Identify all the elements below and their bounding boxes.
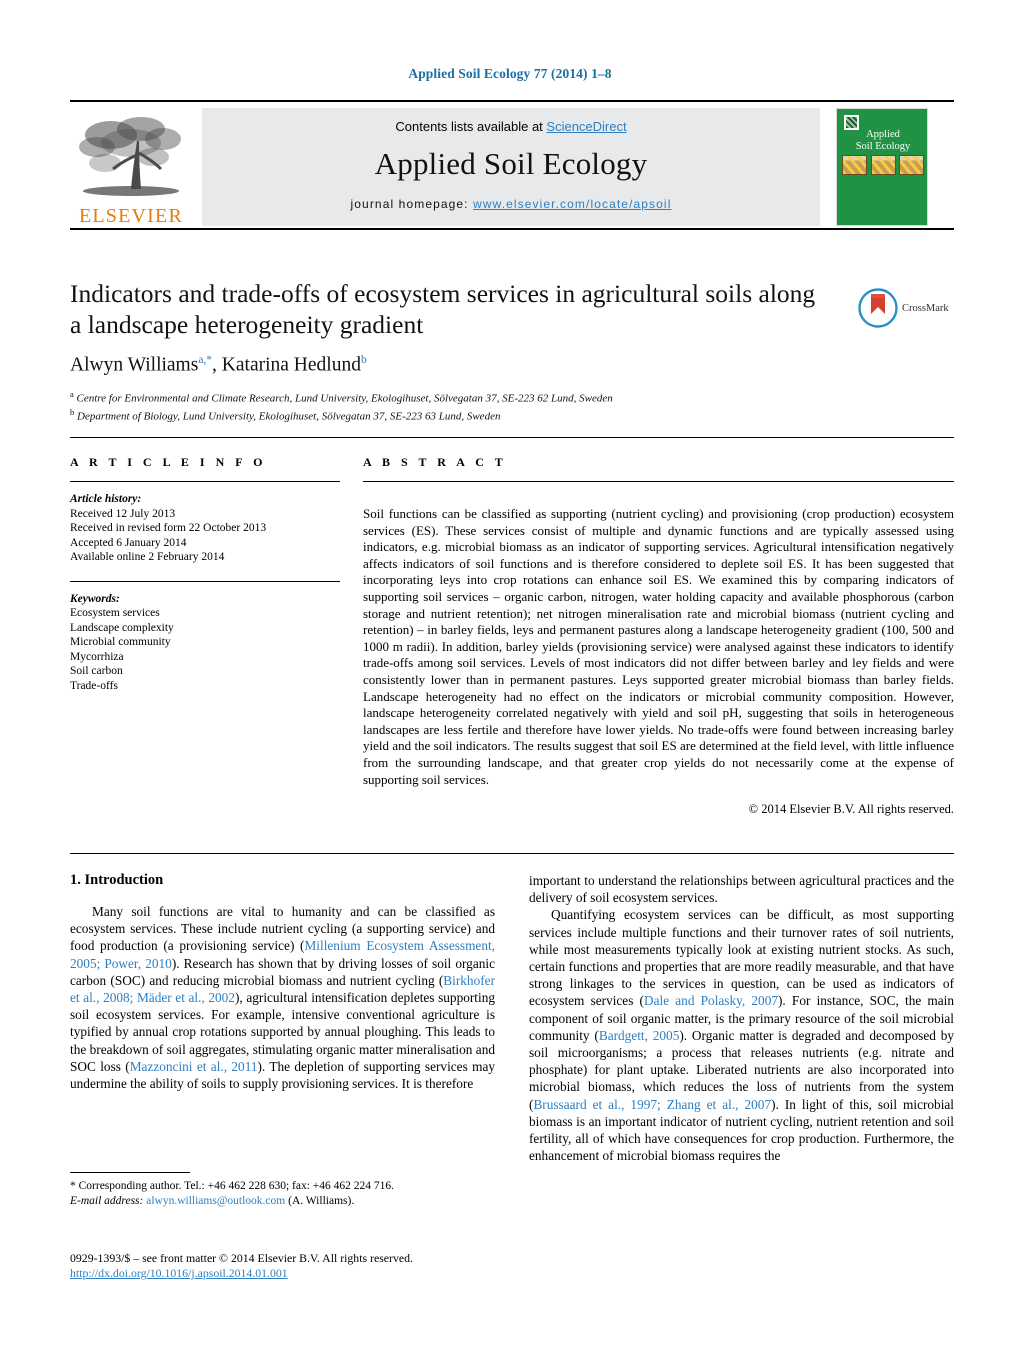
- article-history-label: Article history:: [70, 493, 142, 505]
- page-title: Indicators and trade-offs of ecosystem s…: [70, 279, 816, 339]
- author-list: Alwyn Williamsa,*, Katarina Hedlundb: [70, 354, 367, 376]
- abstract-column: A B S T R A C T Soil functions can be cl…: [363, 455, 954, 817]
- page-footer: 0929-1393/$ – see front matter © 2014 El…: [70, 1251, 495, 1281]
- crossmark-badge[interactable]: CrossMark: [858, 283, 958, 333]
- keywords-label: Keywords:: [70, 592, 120, 605]
- homepage-prefix: journal homepage:: [350, 197, 474, 211]
- journal-homepage-link[interactable]: www.elsevier.com/locate/apsoil: [473, 197, 671, 211]
- journal-masthead: ELSEVIER Contents lists available at Sci…: [70, 100, 954, 230]
- cover-title: Applied Soil Ecology: [837, 129, 927, 152]
- body-column-left: 1. Introduction Many soil functions are …: [70, 872, 495, 1092]
- article-info-heading: A R T I C L E I N F O: [70, 455, 267, 469]
- abstract-heading: A B S T R A C T: [363, 455, 507, 469]
- keywords-group: Keywords: Ecosystem services Landscape c…: [70, 592, 340, 694]
- journal-homepage-line: journal homepage: www.elsevier.com/locat…: [202, 197, 820, 211]
- abstract-rule: [363, 481, 954, 482]
- crossmark-label: CrossMark: [902, 302, 949, 314]
- history-item: Accepted 6 January 2014: [70, 536, 187, 549]
- paper-page: Applied Soil Ecology 77 (2014) 1–8 ELSEV…: [0, 0, 1020, 1351]
- history-item: Received 12 July 2013: [70, 507, 176, 520]
- cover-title-line2: Soil Ecology: [855, 140, 911, 152]
- cover-title-line1: Applied: [866, 129, 900, 140]
- soil-profile-icon: [842, 155, 867, 175]
- affiliations: a Centre for Environmental and Climate R…: [70, 387, 954, 424]
- keyword-item: Soil carbon: [70, 665, 123, 677]
- keyword-item: Microbial community: [70, 636, 171, 648]
- body-column-right: important to understand the relationship…: [529, 872, 954, 1164]
- doi-link[interactable]: http://dx.doi.org/10.1016/j.apsoil.2014.…: [70, 1266, 288, 1280]
- intro-paragraph-1: Many soil functions are vital to humanit…: [70, 904, 495, 1092]
- article-info-column: A R T I C L E I N F O Article history: R…: [70, 455, 340, 693]
- footnote-rule: [70, 1172, 190, 1173]
- issn-copyright-line: 0929-1393/$ – see front matter © 2014 El…: [70, 1251, 413, 1265]
- corresponding-author-line: * Corresponding author. Tel.: +46 462 22…: [70, 1180, 395, 1192]
- article-info-rule: [70, 481, 340, 482]
- masthead-bottom-rule: [70, 228, 954, 230]
- abstract-text: Soil functions can be classified as supp…: [363, 506, 954, 787]
- affiliation-b: b Department of Biology, Lund University…: [70, 407, 501, 423]
- keyword-item: Mycorrhiza: [70, 650, 124, 663]
- keyword-item: Ecosystem services: [70, 607, 160, 619]
- elsevier-wordmark: ELSEVIER: [78, 205, 184, 227]
- corresponding-author-footnote: * Corresponding author. Tel.: +46 462 22…: [70, 1172, 495, 1208]
- email-line[interactable]: E-mail address: alwyn.williams@outlook.c…: [70, 1194, 495, 1209]
- section-heading-introduction: 1. Introduction: [70, 872, 164, 888]
- masthead-top-rule: [70, 100, 954, 102]
- elsevier-tree-icon: [79, 117, 181, 196]
- intro-paragraph-2: Quantifying ecosystem services can be di…: [529, 907, 955, 1164]
- keywords-rule: [70, 580, 340, 582]
- cover-soil-blocks: [842, 155, 924, 175]
- elsevier-logo: ELSEVIER: [70, 108, 192, 226]
- contents-prefix: Contents lists available at: [395, 119, 547, 134]
- sciencedirect-link[interactable]: ScienceDirect: [546, 119, 626, 134]
- journal-title: Applied Soil Ecology: [374, 146, 648, 181]
- title-block: Indicators and trade-offs of ecosystem s…: [70, 278, 954, 424]
- keyword-item: Landscape complexity: [70, 621, 174, 634]
- running-head: Applied Soil Ecology 77 (2014) 1–8: [408, 66, 612, 81]
- history-item: Available online 2 February 2014: [70, 551, 225, 563]
- contents-line: Contents lists available at ScienceDirec…: [202, 119, 820, 134]
- article-history-group: Article history: Received 12 July 2013 R…: [70, 492, 340, 565]
- keyword-item: Trade-offs: [70, 679, 118, 692]
- history-item: Received in revised form 22 October 2013: [70, 522, 267, 534]
- cover-badge-icon: [844, 115, 859, 130]
- intro-paragraph-continued: important to understand the relationship…: [529, 873, 954, 906]
- info-top-rule: [70, 437, 954, 438]
- soil-profile-icon: [899, 155, 924, 175]
- affiliation-a: a Centre for Environmental and Climate R…: [70, 388, 613, 405]
- journal-banner: Contents lists available at ScienceDirec…: [202, 108, 820, 226]
- abstract-bottom-rule: [70, 853, 954, 854]
- journal-cover-thumbnail[interactable]: Applied Soil Ecology: [836, 108, 928, 226]
- soil-profile-icon: [870, 155, 896, 175]
- copyright-line: © 2014 Elsevier B.V. All rights reserved…: [748, 802, 954, 817]
- crossmark-icon: [858, 288, 898, 328]
